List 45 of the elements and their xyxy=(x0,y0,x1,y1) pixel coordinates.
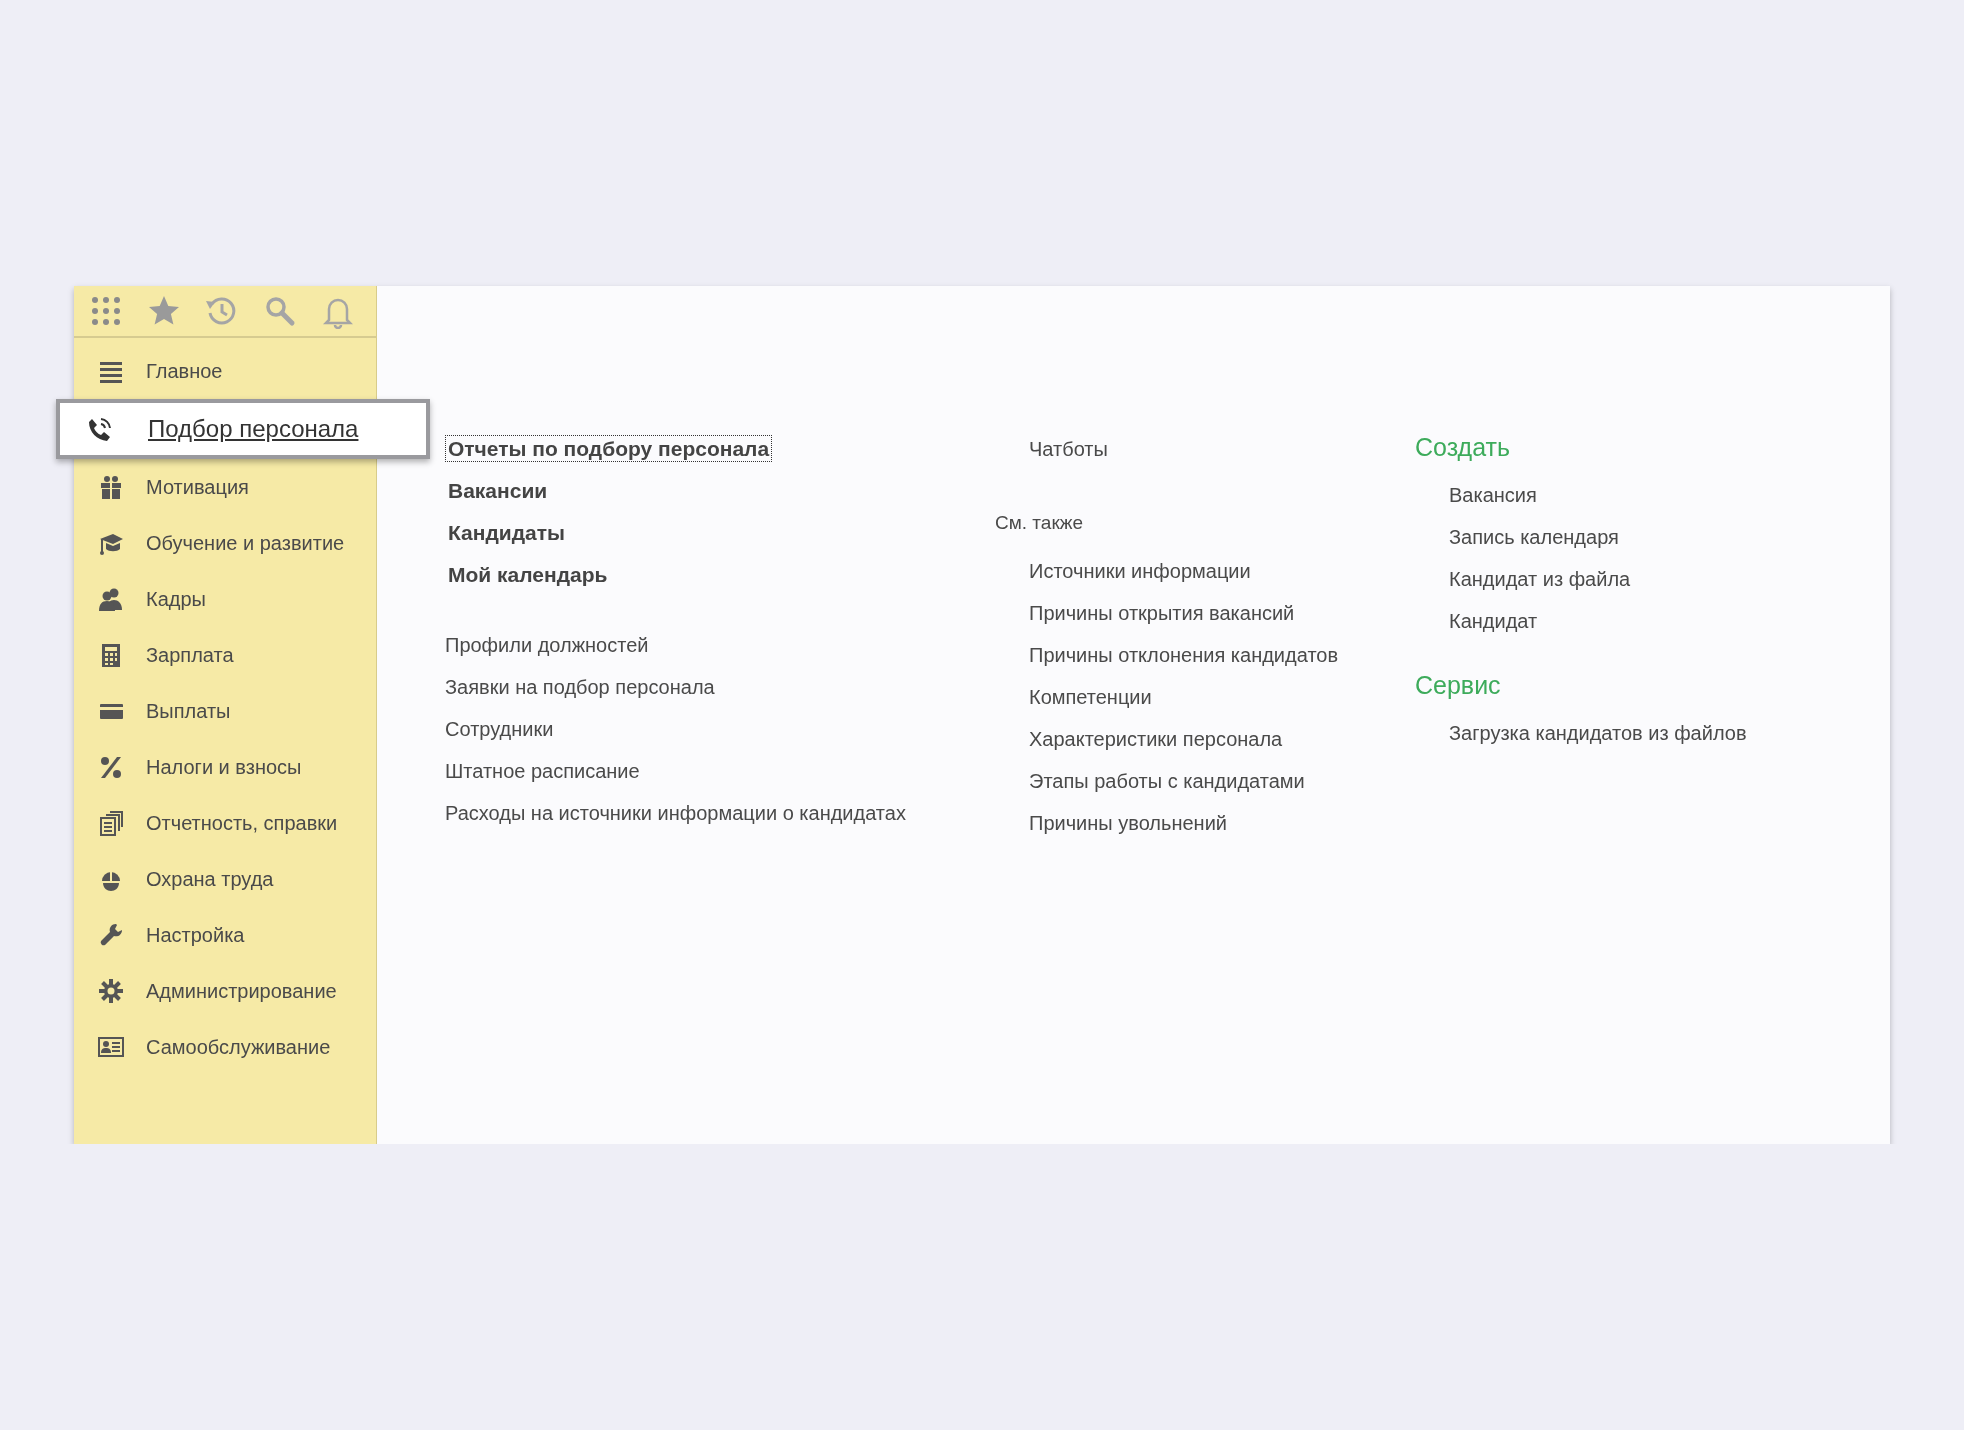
nav-link[interactable]: Этапы работы с кандидатами xyxy=(1029,760,1305,802)
wrench-icon xyxy=(98,922,124,948)
nav-link[interactable]: Загрузка кандидатов из файлов xyxy=(1449,712,1747,754)
section-title: Сервис xyxy=(1415,670,1501,701)
id-card-icon xyxy=(98,1034,124,1060)
nav-link[interactable]: Кандидаты xyxy=(445,512,568,554)
sidebar-item[interactable]: Кадры xyxy=(74,571,376,627)
sidebar-item[interactable]: Самообслуживание xyxy=(74,1019,376,1075)
nav-link[interactable]: Кандидат xyxy=(1449,600,1538,642)
nav-link[interactable]: Источники информации xyxy=(1029,550,1251,592)
sidebar-item[interactable]: Отчетность, справки xyxy=(74,795,376,851)
sidebar-item[interactable]: Мотивация xyxy=(74,459,376,515)
nav-link[interactable]: Причины увольнений xyxy=(1029,802,1227,844)
nav-link[interactable]: Кандидат из файла xyxy=(1449,558,1631,600)
nav-link[interactable]: Чатботы xyxy=(1029,428,1108,470)
sidebar-item[interactable]: Главное xyxy=(74,343,376,399)
nav-link[interactable]: Причины открытия вакансий xyxy=(1029,592,1295,634)
sidebar-item[interactable]: Зарплата xyxy=(74,627,376,683)
sidebar-item[interactable]: Администрирование xyxy=(74,963,376,1019)
sidebar-item[interactable]: Подбор персонала xyxy=(56,399,430,459)
gear-icon xyxy=(98,978,124,1004)
nav-link[interactable]: Компетенции xyxy=(1029,676,1152,718)
nav-link[interactable]: Расходы на источники информации о кандидатах xyxy=(445,792,906,834)
nav-link[interactable]: Заявки на подбор персонала xyxy=(445,666,715,708)
section-title: Создать xyxy=(1415,432,1510,463)
nav-link[interactable]: Вакансия xyxy=(1449,474,1537,516)
percent-icon xyxy=(98,754,124,780)
nav-link[interactable]: Профили должностей xyxy=(445,624,649,666)
sidebar-item[interactable]: Настройка xyxy=(74,907,376,963)
people-icon xyxy=(98,586,124,612)
nav-link[interactable]: Характеристики персонала xyxy=(1029,718,1283,760)
section-label: См. также xyxy=(995,511,1083,535)
documents-icon xyxy=(98,810,124,836)
sidebar-item[interactable]: Налоги и взносы xyxy=(74,739,376,795)
nav-link[interactable]: Запись календаря xyxy=(1449,516,1619,558)
nav-link[interactable]: Причины отклонения кандидатов xyxy=(1029,634,1339,676)
sidebar-item[interactable]: Обучение и развитие xyxy=(74,515,376,571)
nav-link[interactable]: Вакансии xyxy=(445,470,551,512)
sidebar-item[interactable]: Охрана труда xyxy=(74,851,376,907)
nav-link[interactable]: Мой календарь xyxy=(445,554,611,596)
gift-icon xyxy=(98,474,124,500)
nav-link[interactable]: Сотрудники xyxy=(445,708,554,750)
nav-link[interactable]: Штатное расписание xyxy=(445,750,640,792)
sidebar-item[interactable]: Выплаты xyxy=(74,683,376,739)
phone-icon xyxy=(86,416,112,442)
